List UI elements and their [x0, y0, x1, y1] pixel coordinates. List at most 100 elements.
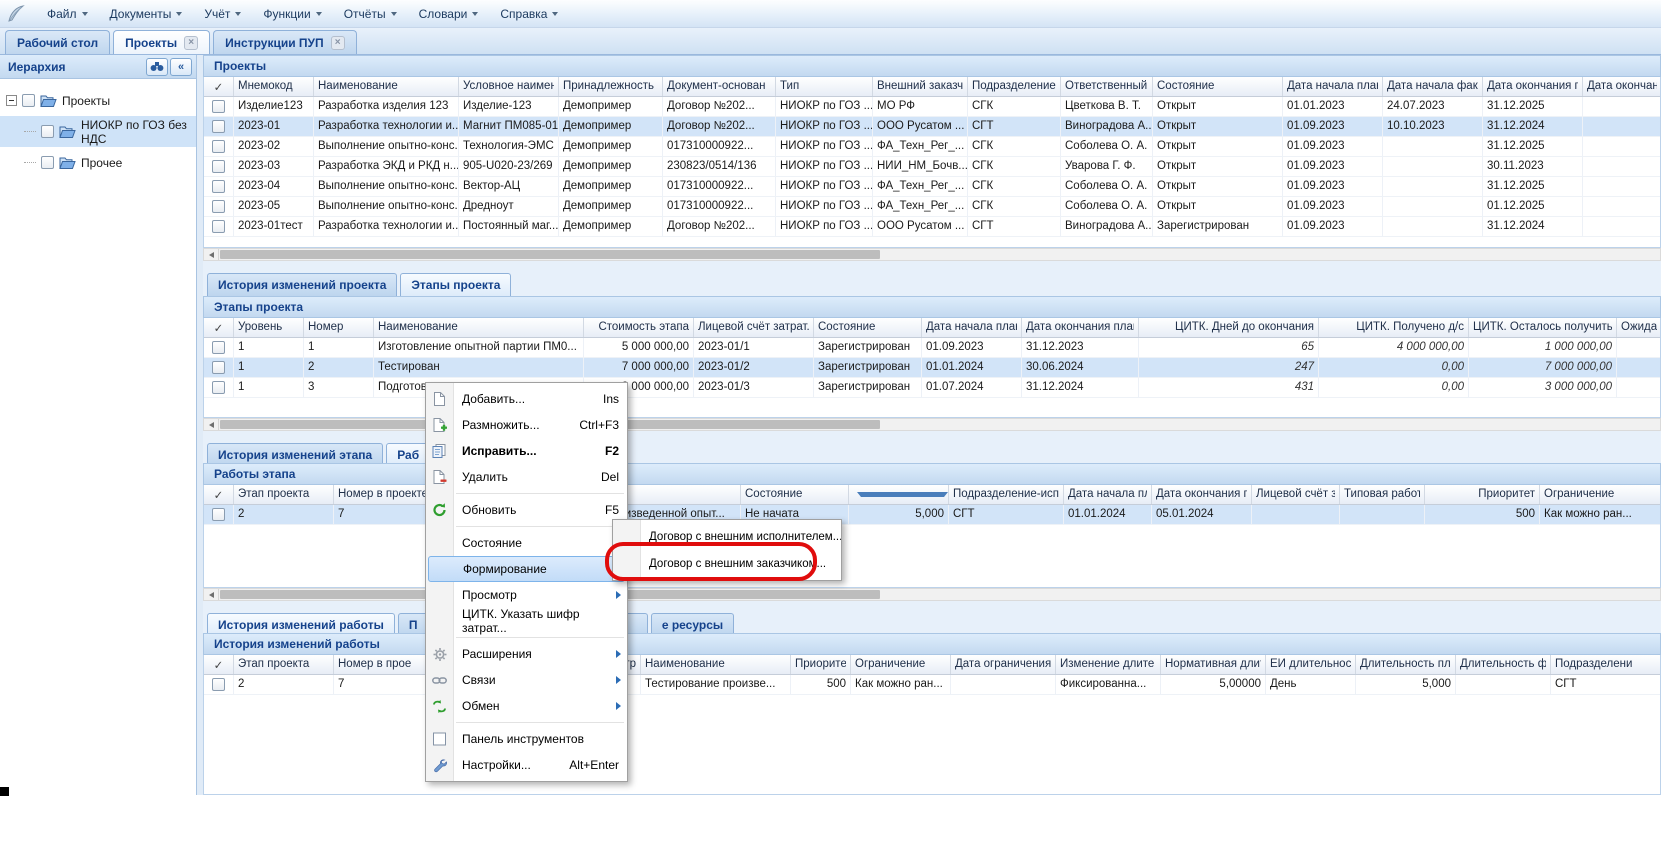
column-header[interactable]: Номер	[304, 318, 374, 337]
collapse-panel-icon[interactable]: «	[170, 58, 192, 76]
context-menu-item[interactable]: Состояние	[426, 530, 627, 556]
checkbox-cell[interactable]	[204, 157, 234, 176]
checkbox-cell[interactable]	[204, 197, 234, 216]
column-header[interactable]: Ответственный	[1061, 77, 1153, 96]
menubar-item[interactable]: Отчёты	[333, 3, 408, 25]
column-header[interactable]: Состояние	[1153, 77, 1283, 96]
table-row[interactable]: 2023-04Выполнение опытно-конс...Вектор-А…	[204, 177, 1660, 197]
table-row[interactable]: 2023-05Выполнение опытно-конс...Дредноут…	[204, 197, 1660, 217]
column-header[interactable]: Стоимость этапа	[584, 318, 694, 337]
main-tab-0[interactable]: Рабочий стол	[5, 30, 110, 54]
tree-checkbox[interactable]	[41, 156, 54, 169]
horizontal-scrollbar[interactable]	[203, 588, 1661, 601]
tree-item[interactable]: Прочее	[0, 147, 196, 178]
row-checkbox[interactable]	[212, 180, 225, 193]
submenu-item[interactable]: Договор с внешним заказчиком...	[613, 550, 841, 577]
column-header[interactable]: Уровень	[234, 318, 304, 337]
column-header[interactable]: Внешний заказчик	[873, 77, 968, 96]
row-checkbox[interactable]	[212, 100, 225, 113]
table-row[interactable]: 13Подготовк3 000 000,002023-01/3Зарегист…	[204, 378, 1660, 398]
column-header[interactable]: Принадлежность	[559, 77, 663, 96]
scroll-left-icon[interactable]	[204, 249, 219, 260]
tab-1[interactable]: Этапы проекта	[400, 273, 511, 296]
column-header[interactable]: Дата начала факт.	[1383, 77, 1483, 96]
column-header[interactable]: Ограничение	[851, 655, 951, 674]
horizontal-scrollbar[interactable]	[203, 418, 1661, 431]
row-checkbox[interactable]	[212, 381, 225, 394]
column-header[interactable]: Документ-основан	[663, 77, 776, 96]
column-header[interactable]: Условное наименова	[459, 77, 559, 96]
column-header[interactable]: Дата окончания план	[1152, 485, 1252, 504]
table-row[interactable]: 11Изготовление опытной партии ПМ0...5 00…	[204, 338, 1660, 358]
table-row[interactable]: 2023-02Выполнение опытно-конс...Технолог…	[204, 137, 1660, 157]
row-checkbox[interactable]	[212, 361, 225, 374]
column-header[interactable]: Нормативная длит	[1161, 655, 1266, 674]
tree-checkbox[interactable]	[41, 125, 54, 138]
checkbox-cell[interactable]	[204, 177, 234, 196]
column-header[interactable]: Дата ограничения	[951, 655, 1056, 674]
table-row[interactable]: 27Тестирование произве...500Как можно ра…	[204, 675, 1660, 695]
checkbox-cell[interactable]	[204, 217, 234, 236]
row-checkbox[interactable]	[212, 220, 225, 233]
column-header[interactable]: Длительность фак	[1456, 655, 1551, 674]
menubar-item[interactable]: Файл	[36, 3, 99, 25]
main-tab-1[interactable]: Проекты×	[113, 30, 210, 54]
column-header[interactable]: Подразделение-исполнитель.	[949, 485, 1064, 504]
column-header[interactable]: Лицевой счёт затрат.	[694, 318, 814, 337]
column-header[interactable]: Подразделени	[1551, 655, 1661, 674]
column-header[interactable]: Приоритет	[791, 655, 851, 674]
context-menu-item[interactable]: ОбновитьF5	[426, 497, 627, 523]
column-header[interactable]: ЦИТК. Дней до окончания	[1139, 318, 1319, 337]
context-menu-item[interactable]: Расширения	[426, 641, 627, 667]
row-checkbox[interactable]	[212, 341, 225, 354]
row-checkbox[interactable]	[212, 678, 225, 691]
row-checkbox[interactable]	[212, 120, 225, 133]
column-header[interactable]: Состояние	[814, 318, 922, 337]
column-header[interactable]: ЦИТК. Осталось получить д/с	[1469, 318, 1617, 337]
row-checkbox[interactable]	[212, 160, 225, 173]
scroll-left-icon[interactable]	[204, 419, 219, 430]
checkbox-cell[interactable]	[204, 358, 234, 377]
table-row[interactable]: 2023-01Разработка технологии и...Магнит …	[204, 117, 1660, 137]
context-menu-item[interactable]: Настройки...Alt+Enter	[426, 752, 627, 778]
menubar-item[interactable]: Словари	[408, 3, 490, 25]
context-menu-item[interactable]: Размножить...Ctrl+F3	[426, 412, 627, 438]
column-header[interactable]: Дата начала план.	[1064, 485, 1152, 504]
context-menu-item[interactable]: УдалитьDel	[426, 464, 627, 490]
checkbox-cell[interactable]	[204, 137, 234, 156]
menubar-item[interactable]: Справка	[489, 3, 569, 25]
tab-0[interactable]: История изменений проекта	[207, 273, 397, 296]
select-all-header[interactable]: ✓	[204, 485, 234, 504]
checkbox-cell[interactable]	[204, 117, 234, 136]
column-header[interactable]: Номер в прое	[334, 655, 429, 674]
tree-item[interactable]: НИОКР по ГОЗ без НДС	[0, 116, 196, 147]
checkbox-cell[interactable]	[204, 505, 234, 524]
checkbox-cell[interactable]	[204, 338, 234, 357]
column-header[interactable]: Этап проекта	[234, 655, 334, 674]
context-menu-item[interactable]: Связи	[426, 667, 627, 693]
menubar-item[interactable]: Учёт	[193, 3, 252, 25]
column-header[interactable]: Наименование	[641, 655, 791, 674]
column-header[interactable]: Ожидае	[1617, 318, 1661, 337]
table-row[interactable]: Изделие123Разработка изделия 123Изделие-…	[204, 97, 1660, 117]
context-menu-item[interactable]: ЦИТК. Указать шифр затрат...	[426, 608, 627, 634]
close-tab-icon[interactable]: ×	[184, 36, 198, 50]
main-tab-2[interactable]: Инструкции ПУП×	[213, 30, 356, 54]
context-menu-item[interactable]: Формирование	[428, 556, 625, 582]
tree-checkbox[interactable]	[22, 94, 35, 107]
column-header[interactable]: Длительность пла	[1356, 655, 1456, 674]
column-header[interactable]: Приоритет	[1425, 485, 1540, 504]
row-checkbox[interactable]	[212, 140, 225, 153]
menubar-item[interactable]: Функции	[252, 3, 332, 25]
select-all-header[interactable]: ✓	[204, 318, 234, 337]
column-header[interactable]: Лицевой счёт затр	[1252, 485, 1340, 504]
column-header[interactable]: Подразделение-от	[968, 77, 1061, 96]
column-header[interactable]: Дата окончани	[1583, 77, 1661, 96]
menubar-item[interactable]: Документы	[99, 3, 194, 25]
table-row[interactable]: 12Тестирован7 000 000,002023-01/2Зарегис…	[204, 358, 1660, 378]
column-header[interactable]: Дата начала план	[922, 318, 1022, 337]
context-menu-item[interactable]: Просмотр	[426, 582, 627, 608]
scrollbar-thumb[interactable]	[220, 250, 880, 259]
binoculars-icon[interactable]	[146, 58, 168, 76]
table-row[interactable]: 2023-01тестРазработка технологии и...Пос…	[204, 217, 1660, 237]
